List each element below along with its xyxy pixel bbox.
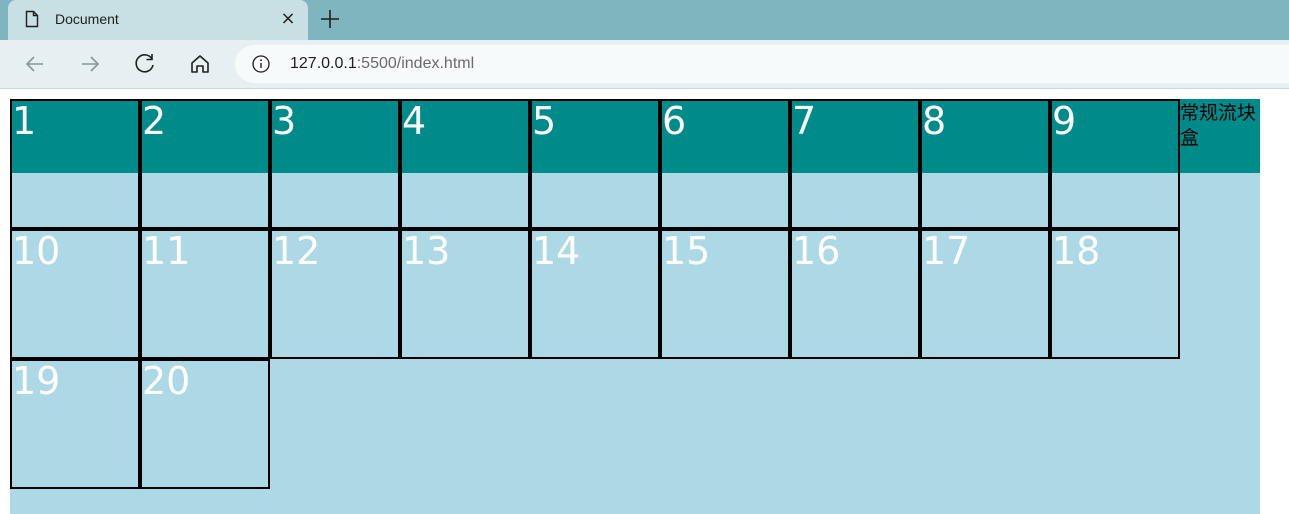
box-number: 8	[922, 99, 947, 143]
grid-box: 19	[10, 359, 140, 489]
box-number: 6	[662, 99, 687, 143]
box-number: 16	[792, 229, 841, 273]
grid-box: 10	[10, 229, 140, 359]
box-number: 15	[662, 229, 711, 273]
grid-box: 20	[140, 359, 270, 489]
flex-container: 1 2 3 4 5 6 7 8 9 10 11 12 13 14 15 16 17 18 19 20 常规流块盒	[10, 99, 1260, 514]
box-number: 13	[402, 229, 451, 273]
tab-strip: Document ×	[0, 0, 1289, 40]
flow-block-box: 常规流块盒	[1180, 102, 1257, 149]
grid-box: 5	[530, 99, 660, 229]
plus-icon[interactable]	[318, 7, 342, 31]
grid-box: 17	[920, 229, 1050, 359]
box-number: 14	[532, 229, 581, 273]
grid-box: 4	[400, 99, 530, 229]
back-arrow-icon[interactable]	[21, 50, 49, 78]
grid-box: 9	[1050, 99, 1180, 229]
box-number: 19	[12, 359, 61, 403]
grid-box: 14	[530, 229, 660, 359]
close-icon[interactable]: ×	[278, 9, 298, 29]
grid-box: 16	[790, 229, 920, 359]
box-number: 2	[142, 99, 167, 143]
home-icon[interactable]	[186, 50, 214, 78]
box-number: 5	[532, 99, 557, 143]
box-number: 4	[402, 99, 427, 143]
grid-box: 3	[270, 99, 400, 229]
grid-box: 2	[140, 99, 270, 229]
box-number: 10	[12, 229, 61, 273]
box-number: 3	[272, 99, 297, 143]
grid-box: 1	[10, 99, 140, 229]
box-number: 18	[1052, 229, 1101, 273]
address-host: 127.0.0.1	[290, 55, 357, 72]
browser-tab[interactable]: Document ×	[8, 0, 308, 40]
box-number: 1	[12, 99, 37, 143]
address-text[interactable]: 127.0.0.1:5500/index.html	[290, 55, 474, 73]
box-number: 11	[142, 229, 191, 273]
tab-title: Document	[55, 11, 119, 27]
grid-box: 8	[920, 99, 1050, 229]
page-viewport: 1 2 3 4 5 6 7 8 9 10 11 12 13 14 15 16 17 18 19 20 常规流块盒	[0, 90, 1289, 514]
box-number: 9	[1052, 99, 1077, 143]
box-number: 12	[272, 229, 321, 273]
grid-box: 11	[140, 229, 270, 359]
grid-box: 6	[660, 99, 790, 229]
document-icon	[25, 10, 39, 28]
browser-toolbar: 127.0.0.1:5500/index.html	[0, 40, 1289, 89]
grid-box: 7	[790, 99, 920, 229]
forward-arrow-icon[interactable]	[76, 50, 104, 78]
address-path: :5500/index.html	[356, 55, 475, 72]
grid-box: 13	[400, 229, 530, 359]
grid-box: 12	[270, 229, 400, 359]
address-bar[interactable]: 127.0.0.1:5500/index.html	[235, 45, 1289, 83]
box-number: 7	[792, 99, 817, 143]
grid-box: 15	[660, 229, 790, 359]
reload-icon[interactable]	[131, 50, 159, 78]
box-number: 20	[142, 359, 191, 403]
grid-box: 18	[1050, 229, 1180, 359]
info-icon[interactable]	[252, 55, 270, 73]
box-number: 17	[922, 229, 971, 273]
